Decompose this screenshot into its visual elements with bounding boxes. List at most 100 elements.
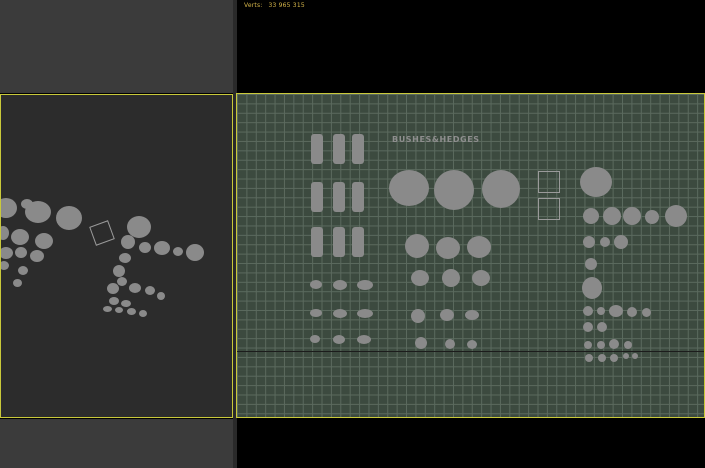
bush-model[interactable] [186,244,204,261]
bush-model[interactable] [467,236,491,258]
bush-model[interactable] [1,226,9,240]
bush-model[interactable] [1,247,13,259]
bush-model[interactable] [310,335,320,343]
bush-model[interactable] [597,322,607,332]
bush-model[interactable] [333,280,347,290]
bush-model[interactable] [585,258,597,270]
bush-model[interactable] [665,205,687,227]
bush-model[interactable] [632,353,638,359]
verts-label: Verts: [244,2,263,9]
bush-model[interactable] [129,283,141,293]
bush-model[interactable] [1,261,9,270]
bush-model[interactable] [30,250,44,262]
bush-model[interactable] [597,341,605,349]
viewport-perspective[interactable] [0,94,233,418]
viewport-bottom-left[interactable] [0,419,233,468]
hedge-model[interactable] [352,134,364,164]
bush-model[interactable] [580,167,612,197]
hedge-model[interactable] [311,227,323,257]
bush-model[interactable] [445,339,455,349]
bush-model[interactable] [623,353,629,359]
bush-model[interactable] [121,300,131,307]
viewport-top-left[interactable] [0,0,233,93]
bush-model[interactable] [389,170,429,206]
bush-model[interactable] [440,309,454,321]
hedge-model[interactable] [352,227,364,257]
bush-model[interactable] [645,210,659,224]
bush-model[interactable] [157,292,165,300]
bush-model[interactable] [467,340,477,349]
bush-model[interactable] [121,235,135,249]
preview-card-icon[interactable] [538,171,560,193]
viewport-bottom-right[interactable] [237,419,705,468]
bush-model[interactable] [411,270,429,286]
bush-model[interactable] [173,247,183,256]
bush-model[interactable] [584,341,592,349]
bush-model[interactable] [11,229,29,245]
bush-model[interactable] [610,354,618,362]
hedge-model[interactable] [352,182,364,212]
bush-model[interactable] [582,277,602,299]
bush-model[interactable] [609,339,619,349]
bush-model[interactable] [127,308,136,315]
bush-model[interactable] [25,201,51,223]
bush-model[interactable] [13,279,22,287]
bush-model[interactable] [1,198,17,218]
bush-model[interactable] [333,335,345,344]
bush-model[interactable] [415,337,427,349]
bush-model[interactable] [598,354,606,362]
bush-model[interactable] [115,307,123,313]
bush-model[interactable] [482,170,520,208]
bush-model[interactable] [609,305,623,317]
bush-model[interactable] [103,306,112,312]
bush-model[interactable] [18,266,28,275]
bush-model[interactable] [472,270,490,286]
bush-model[interactable] [145,286,155,295]
bush-model[interactable] [15,247,27,258]
bush-model[interactable] [357,335,371,344]
hedge-model[interactable] [311,182,323,212]
bush-model[interactable] [109,297,119,305]
bush-model[interactable] [583,306,593,316]
viewport-top-right[interactable]: Verts: 33 965 315 [237,0,705,93]
bush-model[interactable] [357,280,373,290]
bush-model[interactable] [139,242,151,253]
bush-model[interactable] [333,309,347,318]
hedge-model[interactable] [333,227,345,257]
bush-model[interactable] [583,322,593,332]
bush-model[interactable] [434,170,474,210]
hedge-model[interactable] [333,182,345,212]
bush-model[interactable] [597,307,605,315]
bush-model[interactable] [357,309,373,318]
bush-model[interactable] [583,208,599,224]
bush-model[interactable] [642,308,651,317]
bush-model[interactable] [56,206,82,230]
bush-model[interactable] [113,265,125,277]
hedge-model[interactable] [333,134,345,164]
bush-model[interactable] [583,236,595,248]
bush-model[interactable] [465,310,479,320]
bush-model[interactable] [154,241,170,255]
bush-model[interactable] [603,207,621,225]
bush-model[interactable] [585,354,593,362]
bush-model[interactable] [614,235,628,249]
bush-model[interactable] [436,237,460,259]
bush-model[interactable] [627,307,637,317]
bush-model[interactable] [600,237,610,247]
hedge-model[interactable] [311,134,323,164]
bush-model[interactable] [624,341,632,349]
bush-model[interactable] [623,207,641,225]
bush-model[interactable] [35,233,53,249]
preview-card-icon[interactable] [89,220,115,246]
preview-card-icon[interactable] [538,198,560,220]
bush-model[interactable] [107,283,119,294]
bush-model[interactable] [117,277,127,286]
bush-model[interactable] [442,269,460,287]
viewport-top-grid[interactable]: BUSHES&HEDGES [236,93,705,418]
bush-model[interactable] [405,234,429,258]
bush-model[interactable] [411,309,425,323]
bush-model[interactable] [310,309,322,317]
bush-model[interactable] [119,253,131,263]
bush-model[interactable] [139,310,147,317]
bush-model[interactable] [310,280,322,289]
